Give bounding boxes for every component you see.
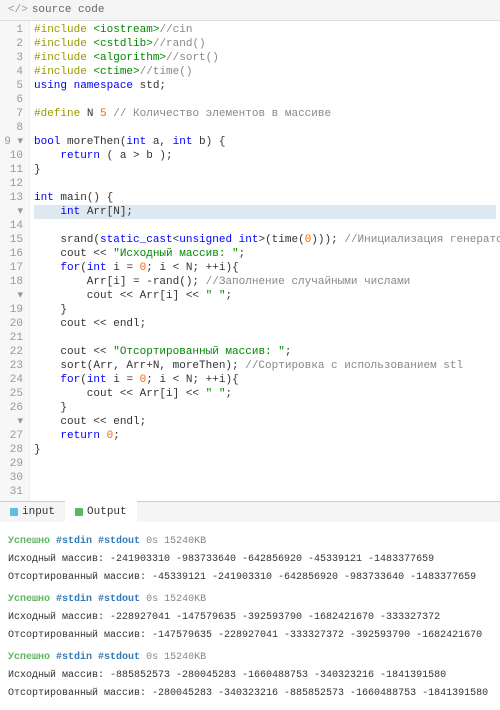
code-line[interactable] <box>34 219 496 233</box>
code-line[interactable]: return ( a > b ); <box>34 149 496 163</box>
code-line[interactable]: for(int i = 0; i < N; ++i){ <box>34 373 496 387</box>
source-header: </> source code <box>0 0 500 21</box>
code-line[interactable]: cout << endl; <box>34 317 496 331</box>
code-line[interactable]: cout << "Отсортированный массив: "; <box>34 345 496 359</box>
code-icon: </> <box>8 4 28 16</box>
code-line[interactable]: Arr[i] = -rand(); //Заполнение случайным… <box>34 275 496 289</box>
output-line: Отсортированный массив: -147579635 -2289… <box>8 628 492 644</box>
tab-output-label: Output <box>87 506 127 518</box>
code-line[interactable]: cout << "Исходный массив: "; <box>34 247 496 261</box>
code-line[interactable]: for(int i = 0; i < N; ++i){ <box>34 261 496 275</box>
code-line[interactable] <box>34 177 496 191</box>
code-line[interactable]: } <box>34 303 496 317</box>
line-gutter: 123456789 ▾10111213 ▾1415161718 ▾1920212… <box>0 21 30 501</box>
output-panel: Успешно #stdin #stdout 0s 15240KB Исходны… <box>0 522 500 708</box>
code-line[interactable]: } <box>34 401 496 415</box>
code-line[interactable] <box>34 331 496 345</box>
code-line[interactable]: } <box>34 163 496 177</box>
tab-input-label: input <box>22 506 55 518</box>
code-line[interactable]: srand(static_cast<unsigned int>(time(0))… <box>34 233 496 247</box>
code-content[interactable]: #include <iostream>//cin#include <cstdli… <box>30 21 500 501</box>
code-line[interactable]: int Arr[N]; <box>34 205 496 219</box>
output-line: Исходный массив: -885852573 -280045283 -… <box>8 668 492 684</box>
code-line[interactable]: #include <cstdlib>//rand() <box>34 37 496 51</box>
source-title: source code <box>32 4 105 16</box>
code-line[interactable]: cout << Arr[i] << " "; <box>34 387 496 401</box>
run-status: Успешно #stdin #stdout 0s 15240KB <box>8 534 492 550</box>
code-line[interactable]: } <box>34 443 496 457</box>
code-line[interactable]: return 0; <box>34 429 496 443</box>
code-line[interactable]: cout << Arr[i] << " "; <box>34 289 496 303</box>
code-line[interactable]: #include <algorithm>//sort() <box>34 51 496 65</box>
output-line: Исходный массив: -241903310 -983733640 -… <box>8 552 492 568</box>
output-line: Исходный массив: -228927041 -147579635 -… <box>8 610 492 626</box>
code-line[interactable]: bool moreThen(int a, int b) { <box>34 135 496 149</box>
output-line: Отсортированный массив: -45339121 -24190… <box>8 570 492 586</box>
code-line[interactable]: #define N 5 // Количество элементов в ма… <box>34 107 496 121</box>
code-line[interactable] <box>34 121 496 135</box>
output-line: Отсортированный массив: -280045283 -3403… <box>8 686 492 702</box>
code-editor[interactable]: 123456789 ▾10111213 ▾1415161718 ▾1920212… <box>0 21 500 501</box>
io-tabs: input Output <box>0 501 500 522</box>
run-status: Успешно #stdin #stdout 0s 15240KB <box>8 592 492 608</box>
code-line[interactable]: #include <ctime>//time() <box>34 65 496 79</box>
code-line[interactable] <box>34 93 496 107</box>
output-icon <box>75 508 83 516</box>
code-line[interactable]: #include <iostream>//cin <box>34 23 496 37</box>
code-line[interactable]: cout << endl; <box>34 415 496 429</box>
code-line[interactable]: sort(Arr, Arr+N, moreThen); //Сортировка… <box>34 359 496 373</box>
code-line[interactable]: int main() { <box>34 191 496 205</box>
tab-input[interactable]: input <box>0 502 65 522</box>
tab-output[interactable]: Output <box>65 501 137 522</box>
input-icon <box>10 508 18 516</box>
code-line[interactable]: using namespace std; <box>34 79 496 93</box>
run-status: Успешно #stdin #stdout 0s 15240KB <box>8 650 492 666</box>
